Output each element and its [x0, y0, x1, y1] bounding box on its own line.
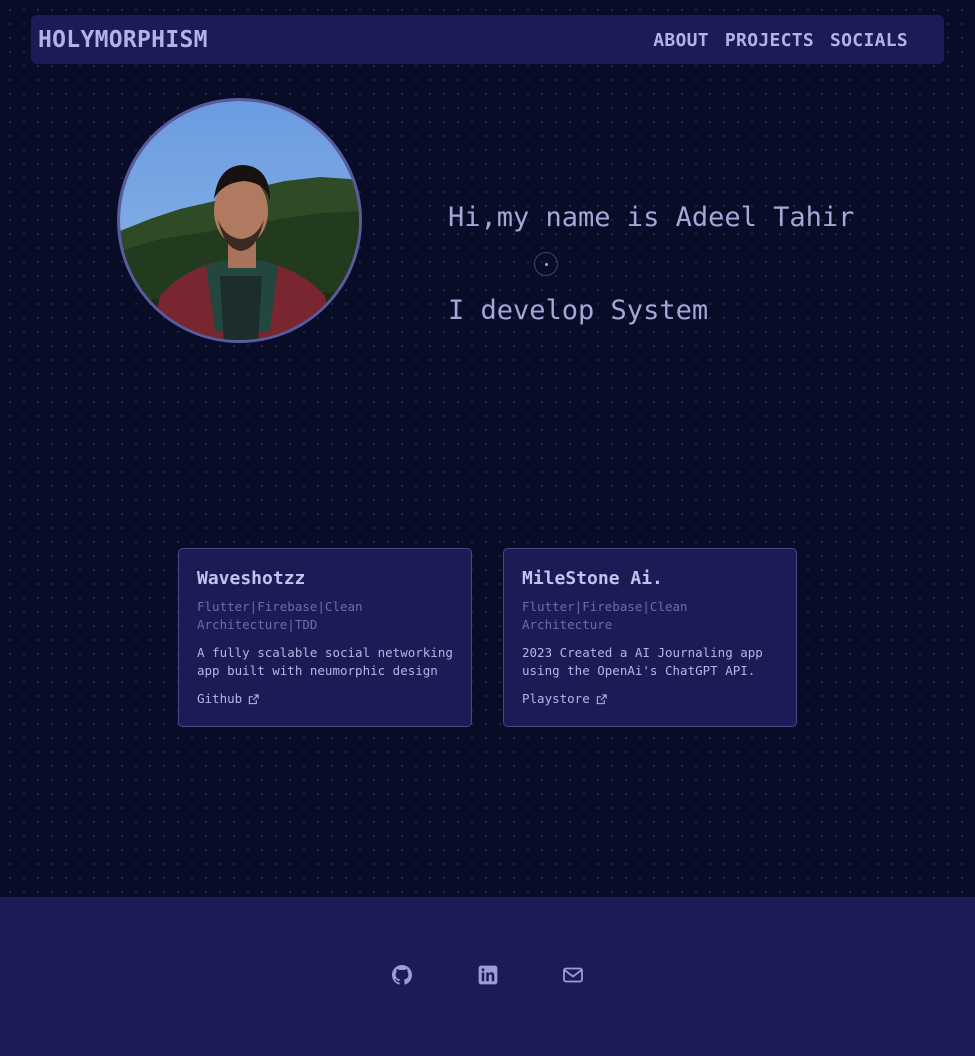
external-link-icon	[248, 693, 259, 704]
navbar: HOLYMORPHISM ABOUT PROJECTS SOCIALS	[31, 15, 944, 64]
github-icon[interactable]	[392, 965, 412, 985]
project-description: 2023 Created a AI Journaling app using t…	[522, 645, 763, 678]
playstore-link[interactable]: Playstore	[522, 690, 607, 708]
nav-about[interactable]: ABOUT	[653, 30, 709, 51]
site-logo[interactable]: HOLYMORPHISM	[38, 27, 208, 53]
project-tags: Flutter|Firebase|Clean Architecture	[522, 599, 688, 632]
scroll-indicator	[534, 252, 558, 276]
project-title: Waveshotzz	[197, 568, 306, 589]
link-label[interactable]: Playstore	[522, 690, 590, 708]
hero-intro: Hi,my name is Adeel Tahir I develop Syst…	[448, 140, 854, 357]
github-link[interactable]: Github	[197, 690, 259, 708]
external-link-icon	[596, 693, 607, 704]
project-description: A fully scalable social networking app b…	[197, 645, 453, 678]
project-card-waveshotzz: Waveshotzz Flutter|Firebase|Clean Archit…	[178, 548, 472, 727]
project-card-milestone: MileStone Ai. Flutter|Firebase|Clean Arc…	[503, 548, 797, 727]
nav-projects[interactable]: PROJECTS	[725, 30, 814, 51]
nav-links: ABOUT PROJECTS SOCIALS	[653, 30, 908, 51]
hero-line-1: Hi,my name is Adeel Tahir	[448, 202, 855, 233]
hero-line-2: I develop System	[448, 295, 709, 326]
project-title: MileStone Ai.	[522, 568, 663, 589]
profile-photo	[117, 98, 362, 343]
footer	[0, 897, 975, 1056]
linkedin-icon[interactable]	[478, 965, 498, 985]
nav-socials[interactable]: SOCIALS	[830, 30, 908, 51]
mail-icon[interactable]	[563, 965, 583, 985]
project-tags: Flutter|Firebase|Clean Architecture|TDD	[197, 599, 363, 632]
link-label[interactable]: Github	[197, 690, 242, 708]
